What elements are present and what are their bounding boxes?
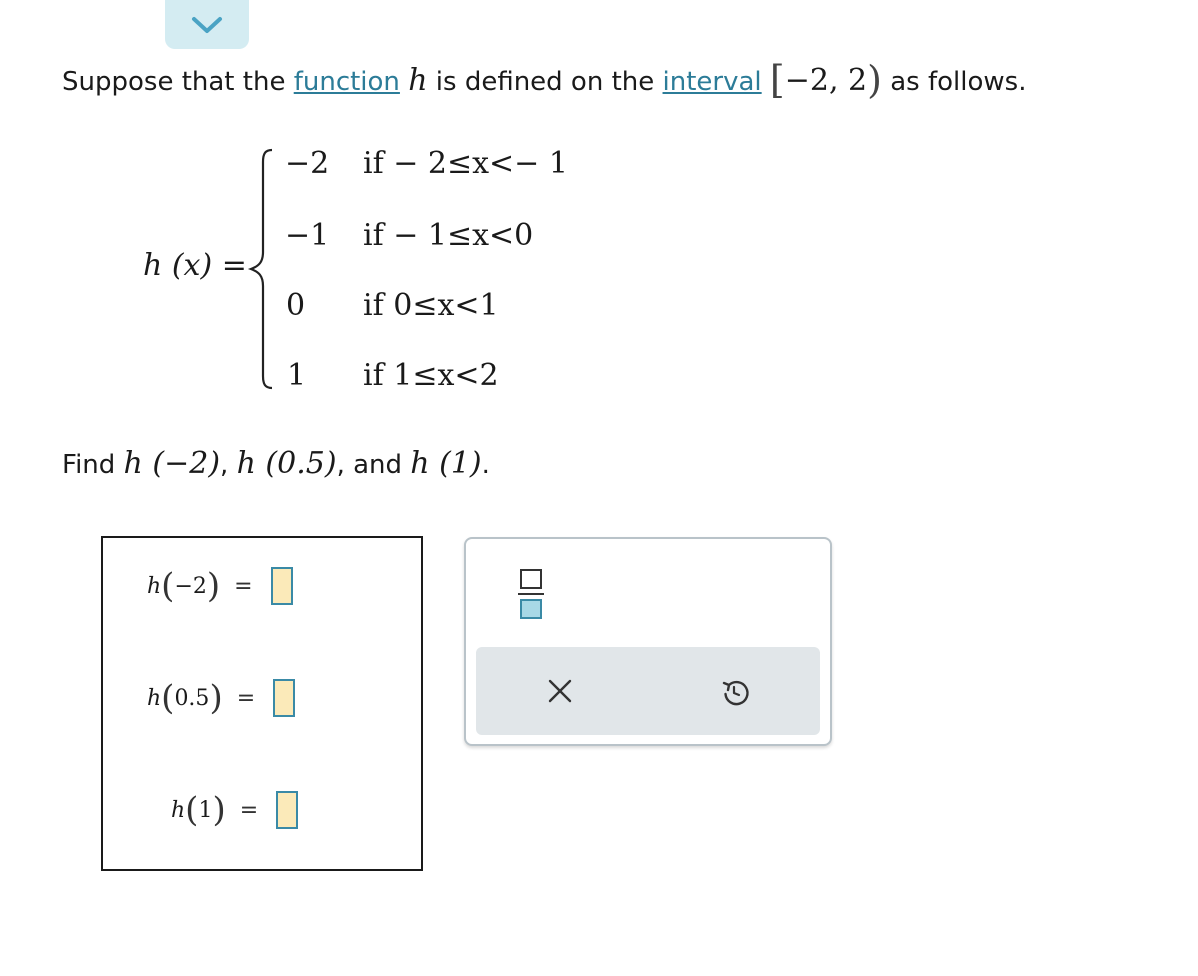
prompt-expression: h (−2): [123, 446, 221, 481]
answer-row: h ( −2 ) =: [147, 566, 293, 606]
interval-link[interactable]: interval: [663, 67, 762, 97]
case-condition: if 1≤x<2: [363, 358, 499, 393]
answer-box: h ( −2 ) = h ( 0.5 ) = h ( 1 ) =: [101, 536, 423, 871]
clear-button[interactable]: [546, 677, 574, 709]
case-condition: if − 2≤x<− 1: [363, 146, 568, 181]
prompt-expression: h (1): [410, 446, 482, 481]
prompt-expression: h (0.5): [236, 446, 337, 481]
intro-text: Suppose that the: [62, 67, 294, 97]
open-paren: (: [161, 678, 175, 718]
open-paren: (: [185, 790, 199, 830]
intro-text-mid: is defined on the: [427, 67, 663, 97]
answer-function: h: [147, 573, 162, 599]
answer-row: h ( 0.5 ) =: [147, 678, 296, 718]
undo-icon: [722, 680, 749, 706]
close-paren: ): [209, 678, 223, 718]
problem-statement: Suppose that the function h is defined o…: [62, 60, 1026, 102]
case-value: −2: [285, 146, 330, 181]
case-condition: if − 1≤x<0: [363, 218, 534, 253]
interval-open-bracket: [: [769, 58, 785, 102]
piecewise-brace: [247, 148, 273, 390]
answer-argument: 0.5: [174, 685, 210, 711]
fraction-icon: [518, 569, 544, 619]
undo-button[interactable]: [720, 677, 750, 711]
answer-input[interactable]: [276, 791, 299, 829]
interval-bounds: −2, 2: [784, 63, 868, 98]
answer-argument: −2: [174, 573, 207, 599]
math-keypad: [464, 537, 832, 746]
equals-sign: =: [236, 685, 256, 711]
fraction-button[interactable]: [518, 567, 544, 625]
definition-lhs: h (x) =: [143, 248, 247, 283]
case-value: −1: [285, 218, 330, 253]
clear-icon: [548, 679, 572, 703]
case-condition: if 0≤x<1: [363, 288, 499, 323]
answer-input[interactable]: [273, 679, 296, 717]
case-value: 0: [286, 288, 306, 323]
keypad-toolbar: [476, 647, 820, 735]
interval-close-paren: ): [867, 58, 882, 102]
chevron-down-icon: [192, 16, 222, 33]
find-prompt: Find h (−2), h (0.5), and h (1).: [62, 442, 490, 487]
separator: , and: [336, 450, 411, 480]
answer-argument: 1: [198, 797, 213, 823]
period: .: [481, 450, 490, 480]
function-variable: h: [408, 63, 428, 98]
answer-row: h ( 1 ) =: [171, 790, 299, 830]
collapse-button[interactable]: [165, 0, 249, 49]
function-link[interactable]: function: [294, 67, 400, 97]
equals-sign: =: [239, 797, 259, 823]
intro-text-suffix: as follows.: [881, 67, 1027, 97]
answer-function: h: [147, 685, 162, 711]
find-text: Find: [62, 450, 124, 480]
close-paren: ): [212, 790, 226, 830]
close-paren: ): [206, 566, 221, 606]
case-value: 1: [287, 358, 307, 393]
answer-input[interactable]: [270, 567, 293, 605]
answer-function: h: [171, 797, 186, 823]
equals-sign: =: [234, 573, 253, 599]
open-paren: (: [161, 566, 175, 606]
separator: ,: [220, 450, 237, 480]
